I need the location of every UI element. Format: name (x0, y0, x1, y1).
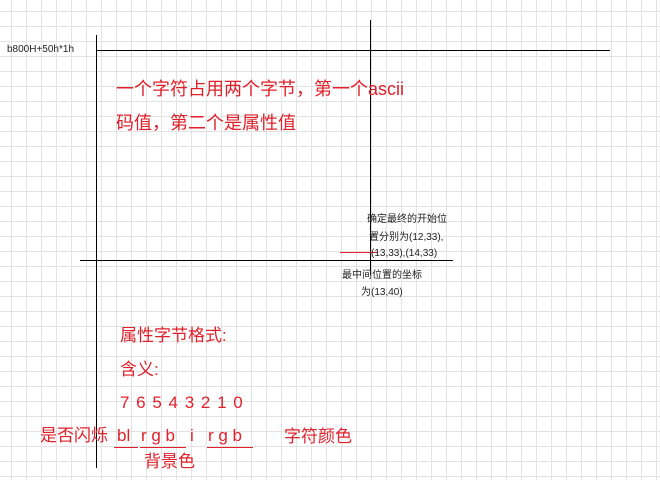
start-position-note-line-1: 确定最终的开始位 (367, 214, 447, 225)
description-line-1: 一个字符占用两个字节，第一个ascii (116, 79, 405, 99)
attribute-format-title: 属性字节格式: (120, 326, 227, 345)
blink-label: 是否闪烁 (40, 426, 108, 445)
middle-horizontal-line (80, 260, 453, 261)
blink-bit: bl (117, 426, 131, 445)
background-bits-underline (140, 447, 186, 448)
foreground-bits-underline (207, 447, 253, 448)
bit-numbers: 7 6 5 4 3 2 1 0 (120, 393, 244, 412)
center-position-note-line-2: 为(13,40) (361, 287, 403, 298)
foreground-color-bits: r g b (208, 426, 243, 445)
center-position-note-line-1: 最中间位置的坐标 (342, 270, 422, 281)
start-position-note-line-3: (13,33),(14,33) (371, 248, 438, 259)
start-position-note-line-2: 置分别为(12,33), (369, 232, 444, 243)
meaning-label: 含义: (120, 360, 159, 379)
intensity-bit: i (190, 426, 194, 445)
foreground-color-label: 字符颜色 (284, 427, 352, 446)
blink-underline (114, 447, 138, 448)
left-vertical-line (96, 35, 97, 468)
background-color-label: 背景色 (144, 452, 195, 471)
top-horizontal-line (96, 50, 610, 51)
description-line-2: 码值，第二个是属性值 (116, 113, 296, 133)
memory-address-label: b800H+50h*1h (7, 44, 75, 55)
background-color-bits: r g b (141, 426, 176, 445)
